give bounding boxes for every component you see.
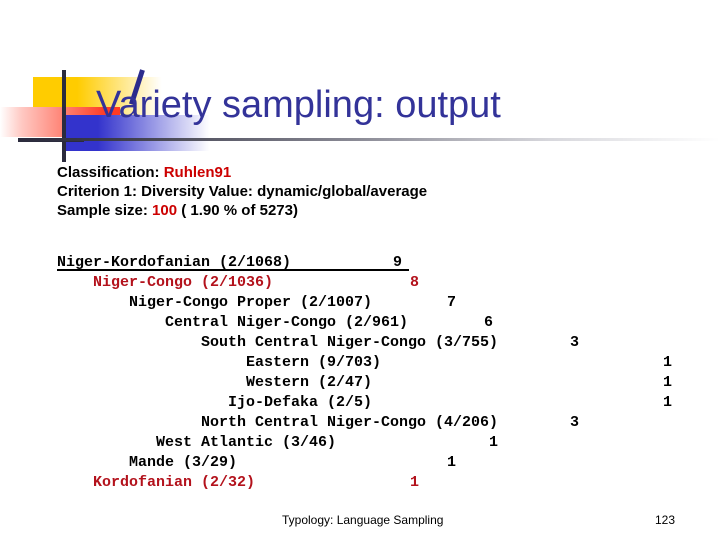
tree-row: Kordofanian (2/32) 1: [57, 473, 498, 493]
tree-row: South Central Niger-Congo (3/755) 3: [57, 333, 579, 353]
tree-row: Niger-Congo (2/1036) 8: [57, 273, 498, 293]
tree-row-underline: [57, 269, 409, 271]
title-divider-rule: [18, 138, 720, 141]
tree-row: Central Niger-Congo (2/961) 6: [57, 313, 498, 333]
footer-page-number: 123: [655, 513, 676, 527]
tree-row-count: 7: [447, 294, 457, 311]
tree-row: Niger-Kordofanian (2/1068) 9: [57, 253, 498, 273]
sample-size-line: Sample size: 100 ( 1.90 % of 5273): [57, 201, 427, 220]
tree-row: Mande (3/29) 1: [57, 453, 498, 473]
tree-row: Niger-Congo Proper (2/1007) 7: [57, 293, 498, 313]
tree-row: Eastern (9/703) 1: [57, 353, 672, 373]
sample-size-value: 100: [152, 202, 178, 219]
tree-row-count: 1: [663, 394, 673, 411]
tree-row-count: 1: [410, 474, 420, 491]
tree-row: North Central Niger-Congo (4/206) 3: [57, 413, 579, 433]
tree-row-label: Ijo-Defaka (2/5): [228, 394, 373, 411]
classification-line: Classification: Ruhlen91: [57, 163, 427, 182]
tree-row: West Atlantic (3/46) 1: [57, 433, 498, 453]
footer-title: Typology: Language Sampling: [282, 513, 444, 527]
tree-row-label: Niger-Congo (2/1036): [93, 274, 274, 291]
tree-row-label: Western (2/47): [246, 374, 373, 391]
tree-row-count: 6: [484, 314, 494, 331]
tree-row-count: 3: [570, 334, 580, 351]
tree-row-count: 8: [410, 274, 420, 291]
tree-row-label: West Atlantic (3/46): [156, 434, 337, 451]
tree-row-label: Eastern (9/703): [246, 354, 382, 371]
sample-size-label: Sample size:: [57, 202, 153, 219]
tree-row-label: Niger-Congo Proper (2/1007): [129, 294, 373, 311]
classification-label: Classification:: [57, 164, 164, 181]
tree-row-count: 1: [663, 354, 673, 371]
tree-row-label: Mande (3/29): [129, 454, 238, 471]
tree-row-label: Kordofanian (2/32): [93, 474, 256, 491]
criterion-line: Criterion 1: Diversity Value: dynamic/gl…: [57, 183, 428, 200]
tree-row-label: Central Niger-Congo (2/961): [165, 314, 409, 331]
language-family-tree: Niger-Kordofanian (2/1068) 9 Niger-Congo (…: [57, 253, 672, 493]
tree-row-count: 3: [570, 414, 580, 431]
slide-title: Variety sampling: output: [96, 84, 501, 126]
tree-row-count: 1: [447, 454, 457, 471]
vertical-rule-shape: [62, 70, 66, 162]
tree-row: Ijo-Defaka (2/5) 1: [57, 393, 672, 413]
classification-value: Ruhlen91: [163, 164, 232, 181]
tree-row-count: 1: [489, 434, 499, 451]
tree-row: Western (2/47) 1: [57, 373, 672, 393]
tree-row-count: 1: [663, 374, 673, 391]
classification-info-block: Classification: Ruhlen91 Criterion 1: Di…: [57, 163, 427, 220]
tree-row-label: South Central Niger-Congo (3/755): [201, 334, 499, 351]
tree-row-label: North Central Niger-Congo (4/206): [201, 414, 499, 431]
sample-size-suffix: ( 1.90 % of 5273): [177, 202, 298, 219]
